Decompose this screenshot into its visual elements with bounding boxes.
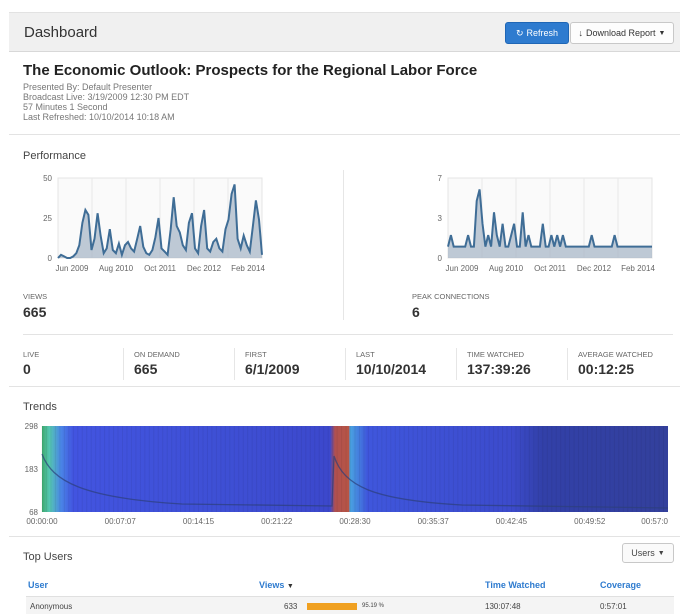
trends-y-tick-label: 68 (29, 508, 38, 517)
peak-connections-label: PEAK CONNECTIONS (412, 292, 490, 301)
live-label: LIVE (23, 350, 40, 359)
peak-x-tick-label: Feb 2014 (621, 264, 655, 273)
trends-x-tick-label: 00:28:30 (339, 517, 371, 526)
views-x-tick-label: Oct 2011 (144, 264, 176, 273)
trends-heatmap: 298 183 6800:00:00 00:07:07 00:14:15 00:21:22… (25, 422, 669, 526)
trends-x-tick-label: 00:57:0 (641, 517, 668, 526)
trends-y-tick-label: 183 (25, 465, 39, 474)
presented-by: Presented By: Default Presenter (23, 82, 153, 92)
performance-title: Performance (23, 150, 86, 162)
row-time-watched: 130:07:48 (485, 602, 521, 611)
refresh-button[interactable]: ↻ Refresh (505, 22, 569, 44)
stat-divider (123, 348, 124, 380)
last-label: LAST (356, 350, 375, 359)
trends-x-tick-label: 00:14:15 (183, 517, 215, 526)
top-users-title: Top Users (23, 551, 73, 563)
last-value: 10/10/2014 (356, 361, 427, 377)
column-header-coverage[interactable]: Coverage (600, 580, 641, 590)
row-user: Anonymous (30, 602, 73, 611)
stat-divider (345, 348, 346, 380)
download-report-button[interactable]: ↓ Download Report ▼ (570, 22, 674, 44)
peak-x-tick-label: Dec 2012 (577, 264, 612, 273)
divider (23, 334, 673, 335)
event-info: The Economic Outlook: Prospects for the … (23, 62, 663, 122)
live-value: 0 (23, 361, 31, 377)
peak-connections-chart: 7 3 0Jun 2009 Aug 2010 Oct 2011 Dec 2012 Feb 2… (438, 174, 656, 273)
trends-x-tick-label: 00:49:52 (574, 517, 606, 526)
column-header-views[interactable]: Views ▼ (259, 580, 294, 590)
first-value: 6/1/2009 (245, 361, 300, 377)
divider (9, 134, 680, 135)
average-watched-value: 00:12:25 (578, 361, 635, 377)
peak-x-tick-label: Oct 2011 (534, 264, 566, 273)
time-watched-value: 137:39:26 (467, 361, 531, 377)
sort-desc-icon: ▼ (286, 583, 294, 590)
trends-x-tick-label: 00:07:07 (105, 517, 137, 526)
views-y-tick-label: 50 (43, 174, 52, 183)
first-label: FIRST (245, 350, 267, 359)
row-views: 633 (284, 602, 298, 611)
peak-x-tick-label: Aug 2010 (489, 264, 524, 273)
page-title: Dashboard (24, 24, 98, 41)
coverage-percent: 95.19 % (362, 603, 385, 609)
event-title: The Economic Outlook: Prospects for the … (23, 62, 478, 79)
views-label: VIEWS (23, 292, 48, 301)
views-value: 665 (23, 304, 47, 320)
duration: 57 Minutes 1 Second (23, 102, 108, 112)
trends-x-tick-label: 00:00:00 (26, 517, 58, 526)
trends-x-tick-label: 00:42:45 (496, 517, 528, 526)
caret-down-icon: ▼ (657, 549, 665, 557)
column-header-user[interactable]: User (28, 580, 48, 590)
on-demand-value: 665 (134, 361, 158, 377)
refresh-icon: ↻ (515, 27, 524, 38)
last-refreshed: Last Refreshed: 10/10/2014 10:18 AM (23, 112, 175, 122)
views-x-tick-label: Jun 2009 (56, 264, 89, 273)
users-button-label: Users (631, 548, 655, 558)
trends-x-tick-label: 00:35:37 (418, 517, 450, 526)
users-dropdown-button[interactable]: Users ▼ (622, 543, 674, 563)
stat-divider (567, 348, 568, 380)
peak-y-tick-label: 0 (438, 254, 443, 263)
column-header-time-watched[interactable]: Time Watched (485, 580, 546, 590)
views-x-tick-label: Aug 2010 (99, 264, 134, 273)
on-demand-label: ON DEMAND (134, 350, 180, 359)
download-icon: ↓ (578, 28, 584, 38)
peak-y-tick-label: 3 (438, 214, 443, 223)
views-chart: 50 25 0Jun 2009 Aug 2010 Oct 2011 Dec 2012 Feb… (43, 174, 265, 273)
peak-connections-value: 6 (412, 304, 420, 320)
views-x-tick-label: Dec 2012 (187, 264, 222, 273)
caret-down-icon: ▼ (658, 29, 666, 37)
stat-divider (234, 348, 235, 380)
views-x-tick-label: Feb 2014 (231, 264, 265, 273)
divider (9, 536, 680, 537)
trends-x-tick-label: 00:21:22 (261, 517, 293, 526)
divider (9, 386, 680, 387)
time-watched-label: TIME WATCHED (467, 350, 525, 359)
peak-x-tick-label: Jun 2009 (446, 264, 479, 273)
peak-y-tick-label: 7 (438, 174, 443, 183)
trends-y-tick-label: 298 (25, 422, 39, 431)
download-button-label: Download Report (586, 28, 656, 38)
coverage-bar (307, 603, 357, 610)
row-coverage: 0:57:01 (600, 602, 627, 611)
trends-title: Trends (23, 401, 57, 413)
broadcast-live: Broadcast Live: 3/19/2009 12:30 PM EDT (23, 92, 190, 102)
dashboard-header: Dashboard ↻ Refresh ↓ Download Report ▼ (9, 12, 680, 52)
stat-divider (456, 348, 457, 380)
views-y-tick-label: 25 (43, 214, 52, 223)
views-y-tick-label: 0 (48, 254, 53, 263)
column-header-views-label: Views (259, 580, 285, 590)
refresh-button-label: Refresh (526, 28, 559, 38)
column-divider (343, 170, 344, 320)
average-watched-label: AVERAGE WATCHED (578, 350, 653, 359)
